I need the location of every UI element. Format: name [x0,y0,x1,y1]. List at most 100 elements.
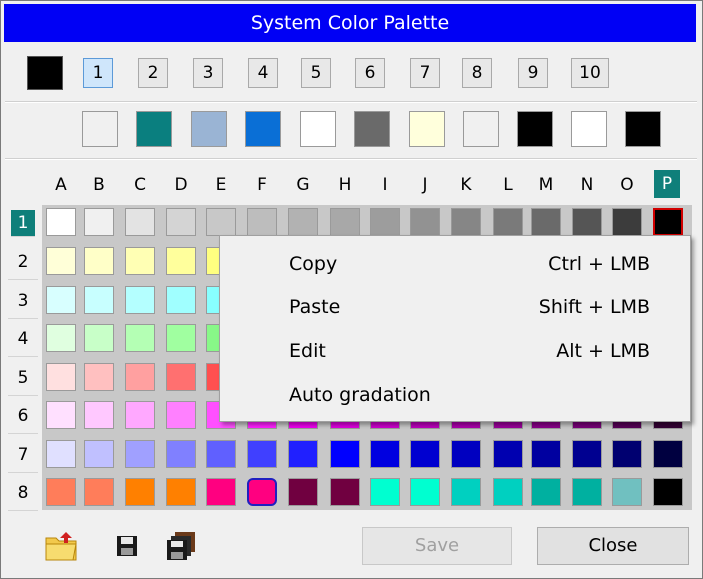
palette-cell[interactable] [653,440,683,468]
menu-item-auto-gradation[interactable]: Auto gradation [220,373,690,417]
tab-5[interactable]: 5 [301,58,331,88]
palette-cell[interactable] [653,208,683,236]
palette-cell[interactable] [125,208,155,236]
palette-cell[interactable] [572,208,602,236]
palette-cell[interactable] [247,440,277,468]
menu-item-paste[interactable]: Paste Shift + LMB [220,285,690,329]
palette-cell[interactable] [531,478,561,506]
palette-cell[interactable] [451,208,481,236]
palette-cell[interactable] [288,208,318,236]
row-header-5[interactable]: 5 [8,361,38,396]
palette-cell[interactable] [493,208,523,236]
column-header-o[interactable]: O [610,167,644,203]
palette-cell[interactable] [84,478,114,506]
quick-color-swatch[interactable] [82,111,118,147]
floppy-disk-icon[interactable] [109,528,145,564]
palette-cell[interactable] [531,208,561,236]
column-header-h[interactable]: H [328,167,362,203]
palette-cell[interactable] [125,440,155,468]
column-header-j[interactable]: J [408,167,442,203]
palette-cell[interactable] [166,363,196,391]
row-header-8[interactable]: 8 [8,476,38,511]
palette-cell[interactable] [206,478,236,506]
palette-cell[interactable] [206,208,236,236]
palette-cell[interactable] [410,208,440,236]
palette-cell[interactable] [125,478,155,506]
column-header-i[interactable]: I [368,167,402,203]
column-header-f[interactable]: F [245,167,279,203]
palette-cell[interactable] [288,478,318,506]
palette-cell[interactable] [46,208,76,236]
column-header-a[interactable]: A [44,167,78,203]
palette-cell[interactable] [330,440,360,468]
palette-cell[interactable] [572,478,602,506]
quick-color-swatch[interactable] [136,111,172,147]
tab-7[interactable]: 7 [410,58,440,88]
row-header-6[interactable]: 6 [8,399,38,434]
palette-cell[interactable] [46,247,76,275]
palette-cell[interactable] [572,440,602,468]
palette-cell[interactable] [166,478,196,506]
palette-cell[interactable] [46,440,76,468]
palette-cell[interactable] [370,440,400,468]
close-button[interactable]: Close [537,527,689,565]
palette-cell[interactable] [288,440,318,468]
tab-2[interactable]: 2 [138,58,168,88]
palette-cell[interactable] [653,478,683,506]
palette-cell[interactable] [612,440,642,468]
palette-cell[interactable] [451,440,481,468]
column-header-e[interactable]: E [204,167,238,203]
palette-cell[interactable] [46,363,76,391]
tab-8[interactable]: 8 [462,58,492,88]
palette-cell[interactable] [46,324,76,352]
palette-cell[interactable] [166,247,196,275]
quick-color-swatch[interactable] [571,111,607,147]
quick-color-swatch[interactable] [191,111,227,147]
quick-color-swatch[interactable] [517,111,553,147]
palette-cell[interactable] [84,208,114,236]
column-header-l[interactable]: L [491,167,525,203]
palette-cell[interactable] [84,363,114,391]
open-folder-icon[interactable] [44,528,80,564]
palette-cell[interactable] [206,440,236,468]
tab-6[interactable]: 6 [355,58,385,88]
palette-cell[interactable] [84,440,114,468]
tab-3[interactable]: 3 [193,58,223,88]
tab-10[interactable]: 10 [571,58,609,88]
palette-cell[interactable] [125,324,155,352]
row-header-3[interactable]: 3 [8,284,38,319]
quick-color-swatch[interactable] [354,111,390,147]
palette-cell[interactable] [84,324,114,352]
column-header-b[interactable]: B [82,167,116,203]
palette-cell[interactable] [166,286,196,314]
column-header-g[interactable]: G [286,167,320,203]
quick-color-swatch[interactable] [409,111,445,147]
palette-cell[interactable] [125,363,155,391]
column-header-n[interactable]: N [570,167,604,203]
column-header-m[interactable]: M [529,167,563,203]
quick-color-swatch[interactable] [463,111,499,147]
palette-cell[interactable] [247,478,277,506]
palette-cell[interactable] [46,401,76,429]
multi-floppy-icon[interactable] [163,528,199,564]
row-header-1[interactable]: 1 [11,210,35,237]
quick-color-swatch[interactable] [245,111,281,147]
palette-cell[interactable] [370,208,400,236]
column-header-d[interactable]: D [164,167,198,203]
column-header-k[interactable]: K [449,167,483,203]
palette-cell[interactable] [247,208,277,236]
palette-cell[interactable] [166,208,196,236]
menu-item-edit[interactable]: Edit Alt + LMB [220,329,690,373]
palette-cell[interactable] [46,286,76,314]
palette-cell[interactable] [125,401,155,429]
palette-cell[interactable] [330,478,360,506]
palette-cell[interactable] [166,440,196,468]
palette-cell[interactable] [330,208,360,236]
palette-cell[interactable] [370,478,400,506]
palette-cell[interactable] [166,401,196,429]
palette-cell[interactable] [84,401,114,429]
row-header-2[interactable]: 2 [8,245,38,280]
palette-cell[interactable] [84,247,114,275]
column-header-p[interactable]: P [654,170,680,198]
palette-cell[interactable] [493,478,523,506]
